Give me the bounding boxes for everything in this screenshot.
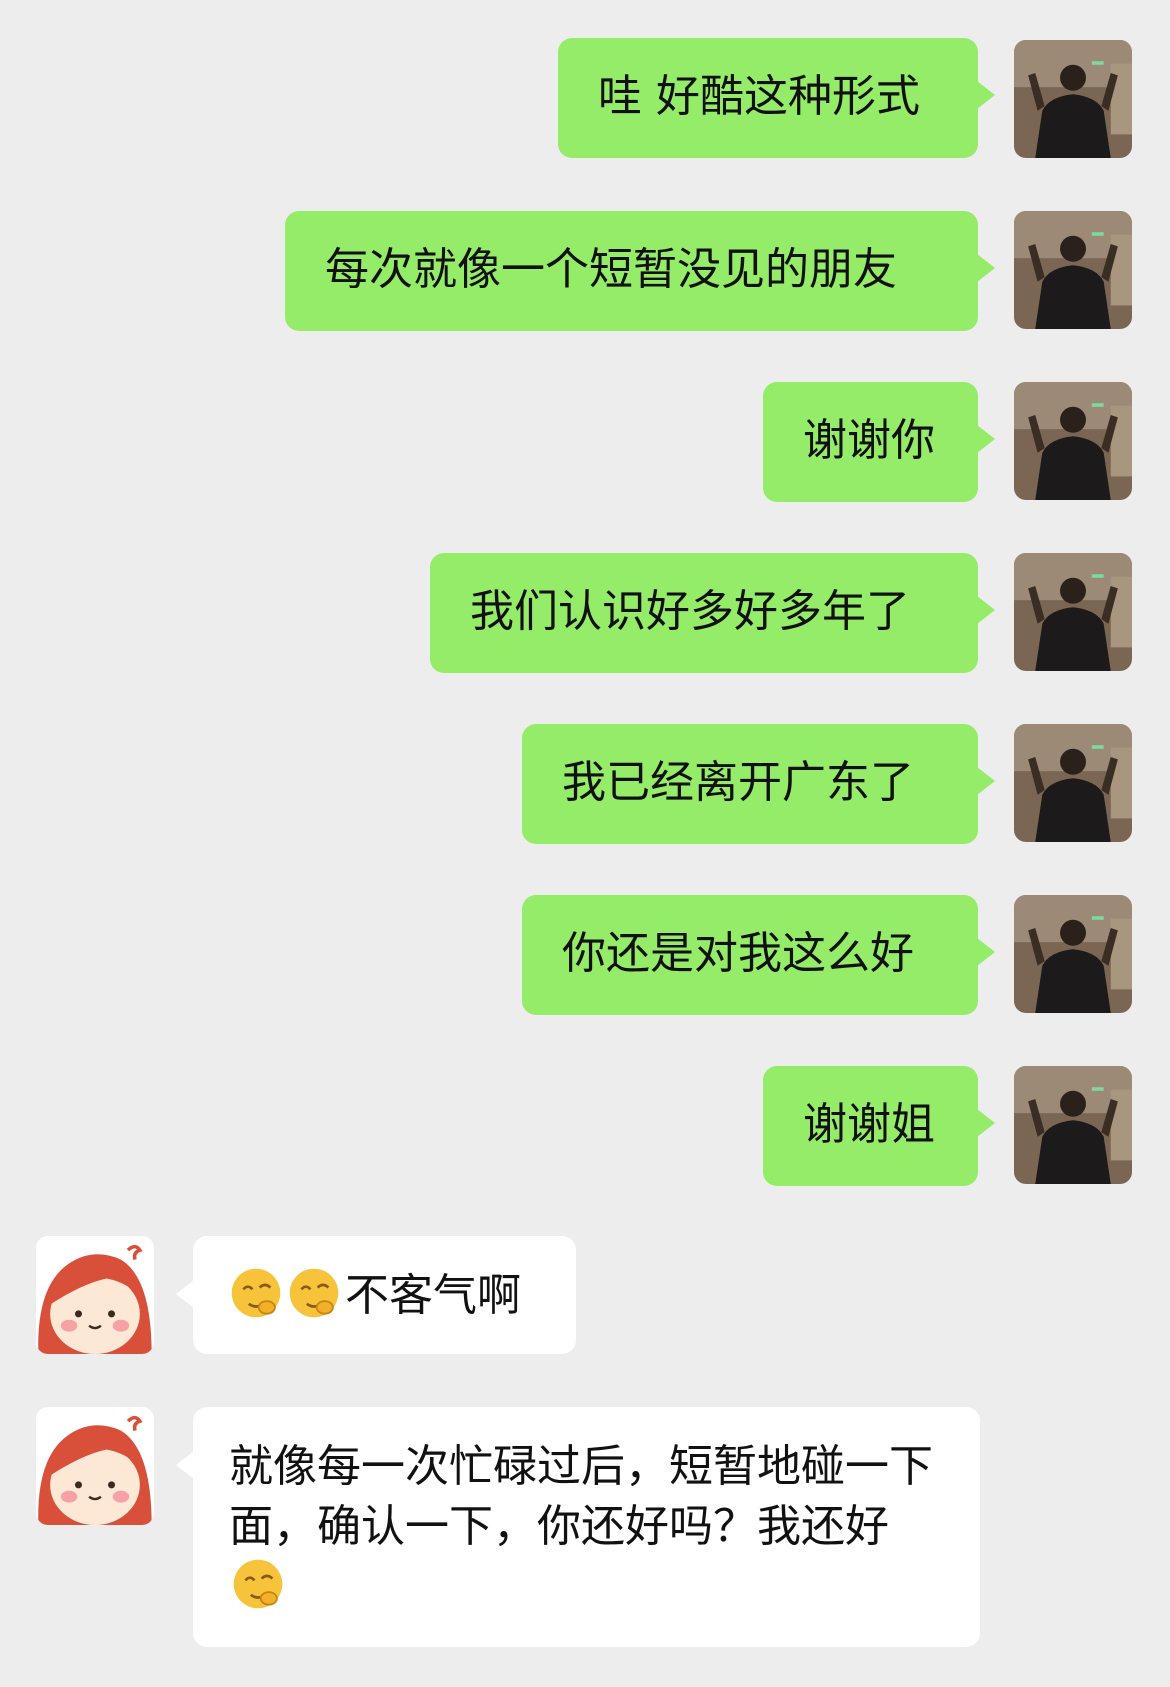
message-row-sent: 我们认识好多好多年了: [0, 553, 1170, 673]
message-bubble-sent[interactable]: 你还是对我这么好: [522, 895, 995, 1015]
message-text: 谢谢姐: [803, 1099, 935, 1150]
message-text: 谢谢你: [803, 415, 935, 466]
user-avatar-photo: [1014, 40, 1132, 158]
user-avatar[interactable]: [1014, 211, 1132, 329]
user-avatar[interactable]: [1014, 895, 1132, 1013]
hehe-emoji-icon: [229, 1266, 283, 1320]
message-text: 你还是对我这么好: [562, 928, 914, 979]
message-row-sent: 你还是对我这么好: [0, 895, 1170, 1015]
message-bubble-received[interactable]: 不客气啊: [176, 1236, 576, 1354]
hehe-emoji-icon: [287, 1266, 341, 1320]
message-row-received: 不客气啊: [0, 1236, 1170, 1356]
message-row-sent: 哇 好酷这种形式: [0, 38, 1170, 158]
message-text: 我们认识好多好多年了: [470, 586, 910, 637]
message-bubble-sent[interactable]: 每次就像一个短暂没见的朋友: [285, 211, 995, 331]
contact-avatar-cartoon: [36, 1407, 154, 1525]
user-avatar-photo: [1014, 211, 1132, 329]
message-row-sent: 谢谢你: [0, 382, 1170, 502]
user-avatar[interactable]: [1014, 724, 1132, 842]
message-bubble-received[interactable]: 就像每一次忙碌过后，短暂地碰一下面，确认一下，你还好吗？我还好: [176, 1407, 980, 1647]
user-avatar[interactable]: [1014, 40, 1132, 158]
hehe-emoji-icon: [231, 1557, 285, 1611]
message-bubble-sent[interactable]: 谢谢你: [763, 382, 995, 502]
user-avatar-photo: [1014, 553, 1132, 671]
message-row-sent: 每次就像一个短暂没见的朋友: [0, 211, 1170, 331]
user-avatar-photo: [1014, 382, 1132, 500]
message-text: 就像每一次忙碌过后，短暂地碰一下面，确认一下，你还好吗？我还好: [229, 1441, 933, 1552]
user-avatar[interactable]: [1014, 1066, 1132, 1184]
user-avatar-photo: [1014, 895, 1132, 1013]
user-avatar[interactable]: [1014, 382, 1132, 500]
message-bubble-sent[interactable]: 我已经离开广东了: [522, 724, 995, 844]
message-row-sent: 谢谢姐: [0, 1066, 1170, 1186]
message-bubble-sent[interactable]: 我们认识好多好多年了: [430, 553, 995, 673]
contact-avatar-cartoon: [36, 1236, 154, 1354]
message-text: 不客气啊: [345, 1270, 521, 1321]
message-bubble-sent[interactable]: 哇 好酷这种形式: [558, 38, 995, 158]
user-avatar[interactable]: [1014, 553, 1132, 671]
user-avatar-photo: [1014, 724, 1132, 842]
message-row-sent: 我已经离开广东了: [0, 724, 1170, 844]
message-bubble-sent[interactable]: 谢谢姐: [763, 1066, 995, 1186]
contact-avatar[interactable]: [36, 1236, 154, 1354]
user-avatar-photo: [1014, 1066, 1132, 1184]
message-text: 每次就像一个短暂没见的朋友: [325, 244, 897, 295]
message-row-received: 就像每一次忙碌过后，短暂地碰一下面，确认一下，你还好吗？我还好: [0, 1407, 1170, 1647]
message-text: 哇 好酷这种形式: [598, 71, 920, 122]
message-text: 我已经离开广东了: [562, 757, 914, 808]
chat-message-list[interactable]: 哇 好酷这种形式 每次就像一个短暂没见的朋友 谢谢你 我们认识好多好多年了 我已…: [0, 0, 1170, 1687]
contact-avatar[interactable]: [36, 1407, 154, 1525]
